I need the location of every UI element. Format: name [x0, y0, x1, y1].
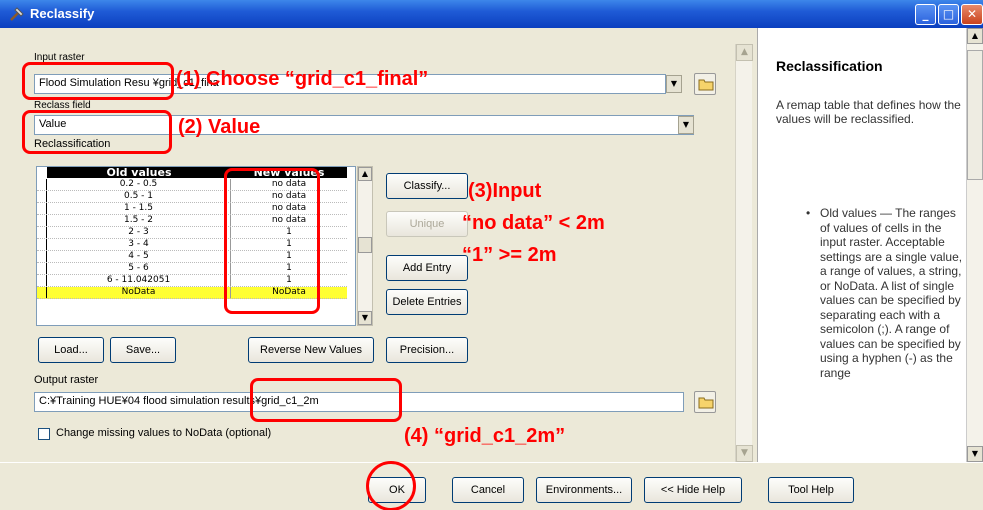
unique-button[interactable]: Unique — [386, 211, 468, 237]
maximize-button[interactable]: □ — [938, 4, 959, 25]
add-entry-button[interactable]: Add Entry — [386, 255, 468, 281]
environments-button[interactable]: Environments... — [536, 477, 632, 503]
title-bar: Reclassify _ □ ✕ — [0, 0, 983, 28]
old-value-cell[interactable]: 5 - 6 — [47, 263, 231, 274]
missing-nodata-checkbox[interactable] — [38, 428, 50, 440]
window-title: Reclassify — [30, 6, 95, 21]
reverse-new-values-button[interactable]: Reverse New Values — [248, 337, 374, 363]
annotation-step-3-title: (3)Input — [468, 180, 542, 202]
cancel-button[interactable]: Cancel — [452, 477, 524, 503]
help-bullet-text: Old values — The ranges of values of cel… — [820, 206, 963, 380]
scroll-up-icon[interactable]: ▲ — [967, 28, 983, 44]
annotation-step-3-nodata: “no data” < 2m — [462, 212, 605, 234]
help-description: A remap table that defines how the value… — [776, 98, 961, 126]
help-bullet-old-values: • Old values — The ranges of values of c… — [806, 206, 966, 380]
annotation-step-1: (1) Choose “grid_c1_final” — [176, 68, 429, 90]
output-raster-label: Output raster — [34, 374, 99, 386]
scroll-thumb[interactable] — [358, 237, 372, 253]
bullet-icon: • — [806, 206, 811, 220]
old-value-cell[interactable]: 0.2 - 0.5 — [47, 179, 231, 190]
annotation-circle-ok — [366, 461, 416, 510]
old-value-cell[interactable]: 1.5 - 2 — [47, 215, 231, 226]
old-values-header[interactable]: Old values — [47, 167, 231, 178]
folder-icon — [698, 79, 714, 91]
save-button[interactable]: Save... — [110, 337, 176, 363]
old-value-cell[interactable]: 4 - 5 — [47, 251, 231, 262]
browse-input-button[interactable] — [694, 73, 716, 95]
missing-nodata-label: Change missing values to NoData (optiona… — [56, 427, 272, 439]
table-scrollbar[interactable]: ▲ ▼ — [357, 166, 373, 326]
delete-entries-button[interactable]: Delete Entries — [386, 289, 468, 315]
annotation-box-1 — [22, 62, 174, 100]
classify-button[interactable]: Classify... — [386, 173, 468, 199]
annotation-step-3-one: “1” >= 2m — [462, 244, 557, 266]
dialog-button-bar: OK Cancel Environments... << Hide Help T… — [0, 461, 983, 510]
tool-help-button[interactable]: Tool Help — [768, 477, 854, 503]
folder-icon — [698, 397, 714, 409]
old-value-cell[interactable]: 2 - 3 — [47, 227, 231, 238]
help-scrollbar[interactable]: ▲ ▼ — [966, 28, 983, 462]
help-title: Reclassification — [776, 58, 883, 74]
old-value-cell[interactable]: 0.5 - 1 — [47, 191, 231, 202]
scroll-down-icon[interactable]: ▼ — [967, 446, 983, 462]
hammer-icon — [10, 7, 24, 21]
annotation-step-4: (4) “grid_c1_2m” — [404, 425, 566, 447]
scroll-thumb[interactable] — [967, 50, 983, 180]
help-panel: Reclassification A remap table that defi… — [757, 28, 983, 462]
chevron-down-icon[interactable]: ▼ — [678, 116, 694, 134]
precision-button[interactable]: Precision... — [386, 337, 468, 363]
old-value-cell[interactable]: 6 - 11.042051 — [47, 275, 231, 286]
close-button[interactable]: ✕ — [961, 4, 983, 25]
old-value-cell[interactable]: NoData — [47, 287, 231, 298]
scroll-up-icon[interactable]: ▲ — [736, 44, 753, 61]
browse-output-button[interactable] — [694, 391, 716, 413]
old-value-cell[interactable]: 1 - 1.5 — [47, 203, 231, 214]
annotation-box-2 — [22, 110, 172, 154]
form-scrollbar[interactable]: ▲ ▼ — [735, 44, 753, 462]
load-button[interactable]: Load... — [38, 337, 104, 363]
annotation-box-4 — [250, 378, 402, 422]
annotation-box-3 — [224, 168, 320, 314]
annotation-step-2: (2) Value — [178, 116, 261, 138]
minimize-button[interactable]: _ — [915, 4, 936, 25]
old-value-cell[interactable]: 3 - 4 — [47, 239, 231, 250]
scroll-up-icon[interactable]: ▲ — [358, 167, 372, 181]
chevron-down-icon[interactable]: ▼ — [666, 75, 682, 93]
scroll-down-icon[interactable]: ▼ — [358, 311, 372, 325]
scroll-down-icon[interactable]: ▼ — [736, 445, 753, 462]
hide-help-button[interactable]: << Hide Help — [644, 477, 742, 503]
